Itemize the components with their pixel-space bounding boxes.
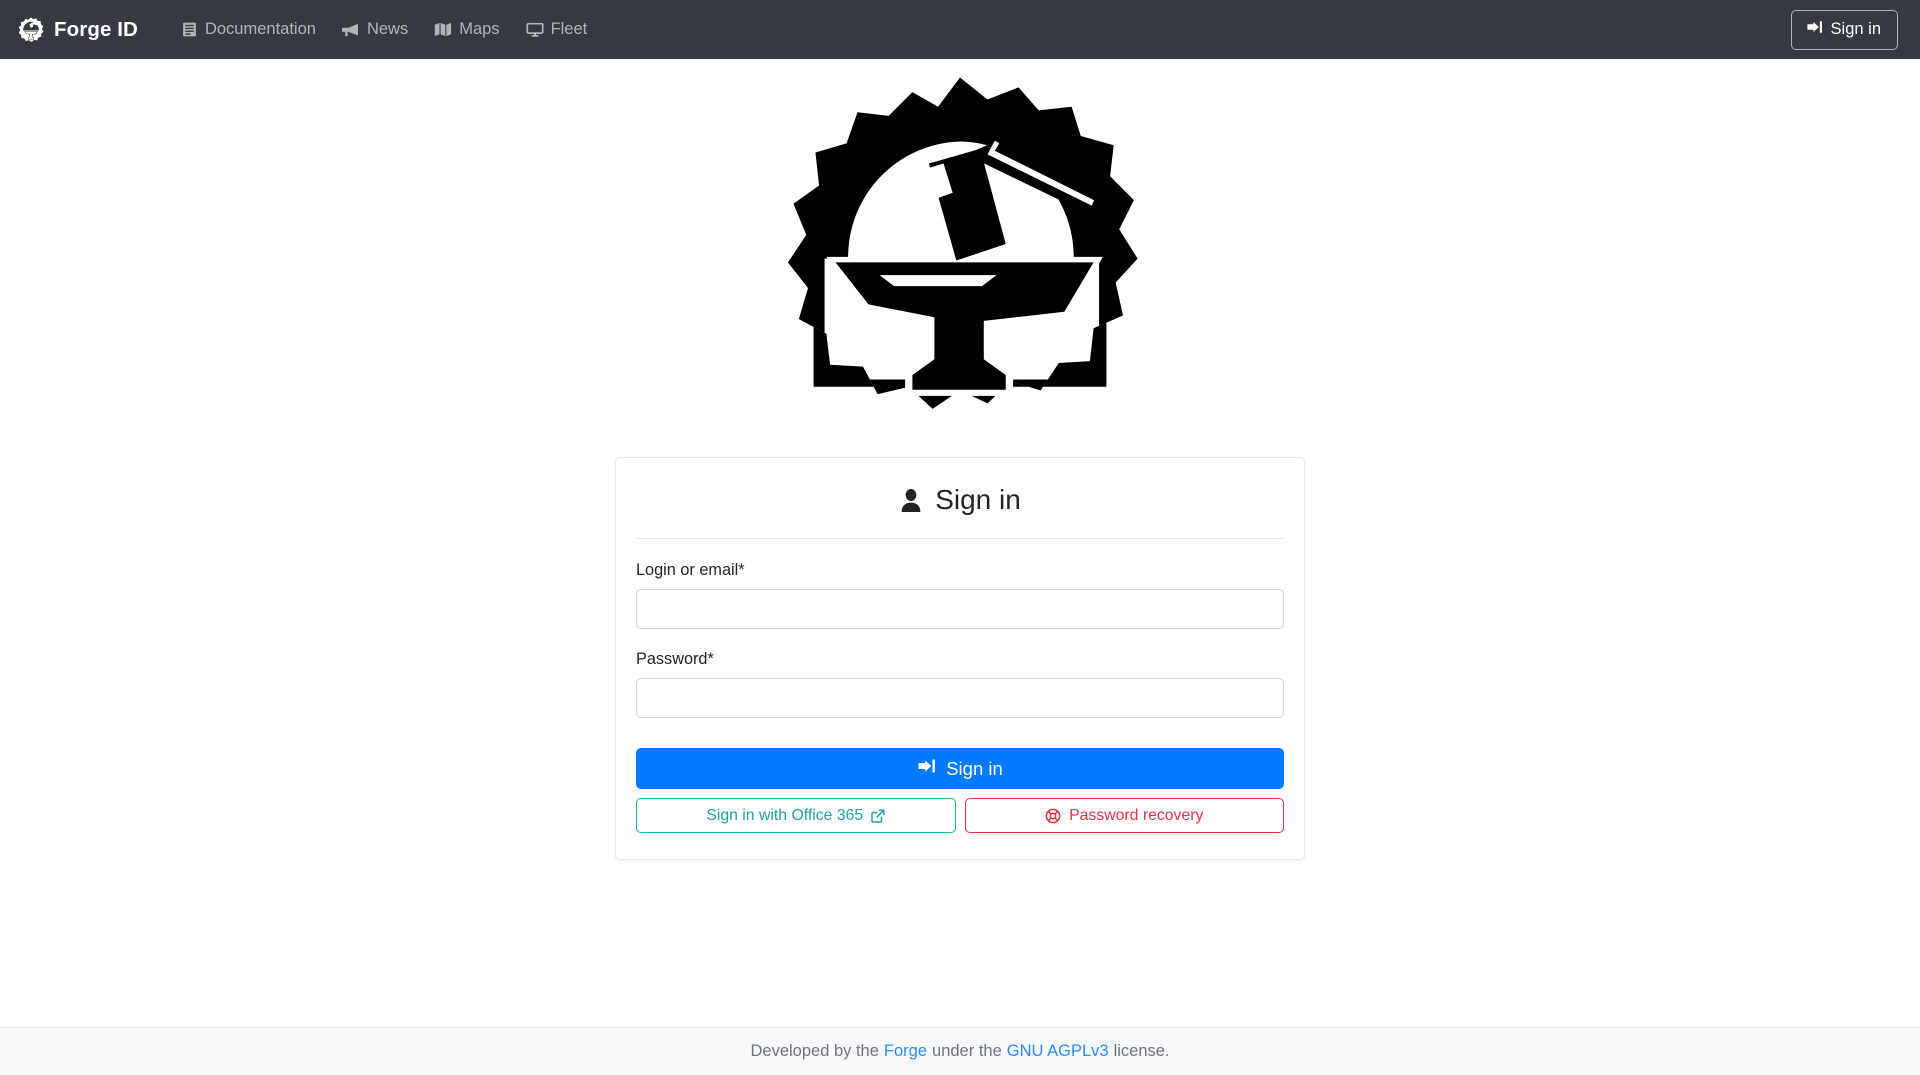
forge-gear-hammer-anvil-logo: [777, 69, 1143, 441]
password-input[interactable]: [636, 678, 1284, 718]
nav-item-maps-label: Maps: [459, 20, 500, 38]
password-recovery-button[interactable]: Password recovery: [964, 798, 1284, 833]
login-or-email-label: Login or email*: [636, 561, 745, 579]
sign-in-form: Login or email* Password* Sign in Sign i…: [616, 539, 1304, 833]
user-person-icon: [899, 488, 923, 513]
password-label: Password*: [636, 650, 714, 668]
life-ring-icon: [1045, 808, 1061, 824]
sign-in-submit-button[interactable]: Sign in: [636, 748, 1284, 789]
field-spacer: [636, 629, 1284, 650]
main-content: Sign in Login or email* Password* Sign i…: [0, 59, 1920, 1027]
brand-link[interactable]: Forge ID: [14, 15, 142, 45]
bullhorn-icon: [341, 21, 360, 38]
sign-in-arrow-icon: [1806, 19, 1823, 40]
nav-item-news-wrapper: News: [329, 12, 421, 47]
navbar-sign-in-label: Sign in: [1830, 19, 1881, 38]
sign-in-card: Sign in Login or email* Password* Sign i…: [615, 457, 1305, 860]
nav-item-documentation-wrapper: Documentation: [168, 12, 329, 47]
sign-in-arrow-icon: [917, 757, 936, 780]
nav-item-maps[interactable]: Maps: [421, 12, 512, 47]
external-link-icon: [871, 808, 885, 823]
sign-in-office365-button[interactable]: Sign in with Office 365: [636, 798, 956, 833]
nav-item-fleet-wrapper: Fleet: [513, 12, 601, 47]
nav-item-documentation-label: Documentation: [204, 20, 316, 38]
page-footer: Developed by the Forge under the GNU AGP…: [0, 1027, 1920, 1075]
book-icon: [181, 21, 198, 38]
footer-license-link[interactable]: GNU AGPLv3: [1007, 1042, 1109, 1061]
sign-in-office365-label: Sign in with Office 365: [706, 806, 864, 824]
footer-prefix: Developed by the: [750, 1042, 879, 1060]
nav-item-maps-wrapper: Maps: [421, 12, 512, 47]
brand-label: Forge ID: [54, 17, 138, 41]
nav-item-fleet-label: Fleet: [550, 20, 588, 38]
top-navbar: Forge ID Documentation News Maps Fleet S…: [0, 0, 1920, 59]
nav-item-news[interactable]: News: [329, 12, 421, 47]
map-icon: [434, 21, 452, 38]
desktop-monitor-icon: [526, 21, 544, 38]
login-or-email-input[interactable]: [636, 589, 1284, 629]
nav-item-news-label: News: [366, 20, 409, 38]
nav-item-documentation[interactable]: Documentation: [168, 12, 329, 47]
forge-gear-anvil-icon: [18, 17, 44, 43]
sign-in-submit-label: Sign in: [946, 757, 1003, 779]
card-title-label: Sign in: [935, 484, 1021, 515]
nav-links: Documentation News Maps Fleet: [168, 12, 600, 47]
secondary-button-row: Sign in with Office 365 Password recover…: [636, 798, 1284, 833]
nav-item-fleet[interactable]: Fleet: [513, 12, 601, 47]
password-recovery-label: Password recovery: [1069, 806, 1204, 824]
navbar-sign-in-button[interactable]: Sign in: [1790, 9, 1898, 50]
footer-suffix: license.: [1113, 1042, 1170, 1060]
footer-forge-link[interactable]: Forge: [884, 1042, 927, 1061]
card-title: Sign in: [616, 458, 1304, 538]
footer-middle: under the: [932, 1042, 1002, 1060]
